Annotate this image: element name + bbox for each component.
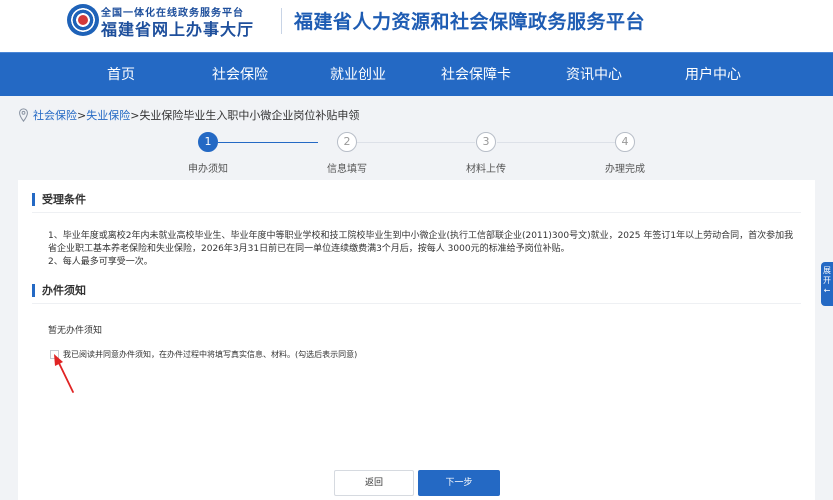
breadcrumb: 社会保险 > 失业保险 > 失业保险毕业生入职中小微企业岗位补贴申领	[18, 107, 359, 123]
nav-item-home[interactable]: 首页	[107, 53, 135, 97]
nav-item-employment[interactable]: 就业创业	[330, 53, 386, 97]
side-tab-char: 开	[823, 276, 831, 285]
agree-checkbox[interactable]: 我已阅读并同意办件须知，在办件过程中将填写真实信息、材料。(勾选后表示同意)	[50, 349, 357, 360]
breadcrumb-social-insurance[interactable]: 社会保险	[33, 107, 77, 123]
condition-item-2: 2、每人最多可享受一次。	[48, 257, 153, 267]
site-header: 全国一体化在线政务服务平台 福建省网上办事大厅 福建省人力资源和社会保障政务服务…	[0, 0, 833, 52]
side-tab-char: 展	[823, 266, 831, 275]
step-2-label: 信息填写	[327, 164, 367, 175]
step-3-indicator: 3	[476, 132, 496, 152]
conditions-title: 受理条件	[32, 193, 86, 206]
nav-item-news[interactable]: 资讯中心	[566, 53, 622, 97]
step-1-indicator: 1	[198, 132, 218, 152]
step-connector	[218, 142, 318, 143]
notice-title: 办件须知	[32, 284, 86, 297]
section-divider	[32, 303, 801, 304]
next-step-button[interactable]: 下一步	[418, 470, 500, 496]
nav-item-social-insurance[interactable]: 社会保险	[212, 53, 268, 97]
back-button[interactable]: 返回	[334, 470, 414, 496]
gov-emblem-icon	[67, 4, 99, 36]
nav-item-social-card[interactable]: 社会保障卡	[441, 53, 511, 97]
step-4-indicator: 4	[615, 132, 635, 152]
step-connector	[497, 142, 615, 143]
condition-item-1: 1、毕业年度或离校2年内未就业高校毕业生、毕业年度中等职业学校和技工院校毕业生到…	[48, 231, 794, 254]
agree-label: 我已阅读并同意办件须知，在办件过程中将填写真实信息、材料。(勾选后表示同意)	[63, 350, 358, 359]
nav-item-user-center[interactable]: 用户中心	[685, 53, 741, 97]
arrow-left-icon: ←	[823, 286, 831, 295]
step-1-label: 申办须知	[188, 164, 228, 175]
breadcrumb-current: 失业保险毕业生入职中小微企业岗位补贴申领	[139, 109, 360, 122]
progress-steps: 1 申办须知 2 信息填写 3 材料上传 4 办理完成	[0, 130, 833, 176]
breadcrumb-separator: >	[77, 108, 87, 122]
content-card: 受理条件 1、毕业年度或离校2年内未就业高校毕业生、毕业年度中等职业学校和技工院…	[18, 180, 815, 500]
step-3-label: 材料上传	[466, 164, 506, 175]
expand-side-tab[interactable]: 展 开 ←	[821, 262, 833, 306]
section-divider	[32, 212, 801, 213]
step-connector	[357, 142, 475, 143]
breadcrumb-unemployment-insurance[interactable]: 失业保险	[86, 107, 130, 123]
platform-title: 福建省人力资源和社会保障政务服务平台	[294, 11, 646, 33]
annotation-arrow-icon	[54, 354, 74, 393]
main-nav: 首页 社会保险 就业创业 社会保障卡 资讯中心 用户中心	[0, 52, 833, 96]
header-divider	[281, 8, 282, 34]
logo-title[interactable]: 福建省网上办事大厅	[101, 16, 254, 40]
breadcrumb-separator: >	[130, 108, 140, 122]
no-notice-text: 暂无办件须知	[48, 326, 103, 336]
location-pin-icon	[19, 108, 28, 122]
step-2-indicator: 2	[337, 132, 357, 152]
step-4-label: 办理完成	[605, 164, 645, 175]
